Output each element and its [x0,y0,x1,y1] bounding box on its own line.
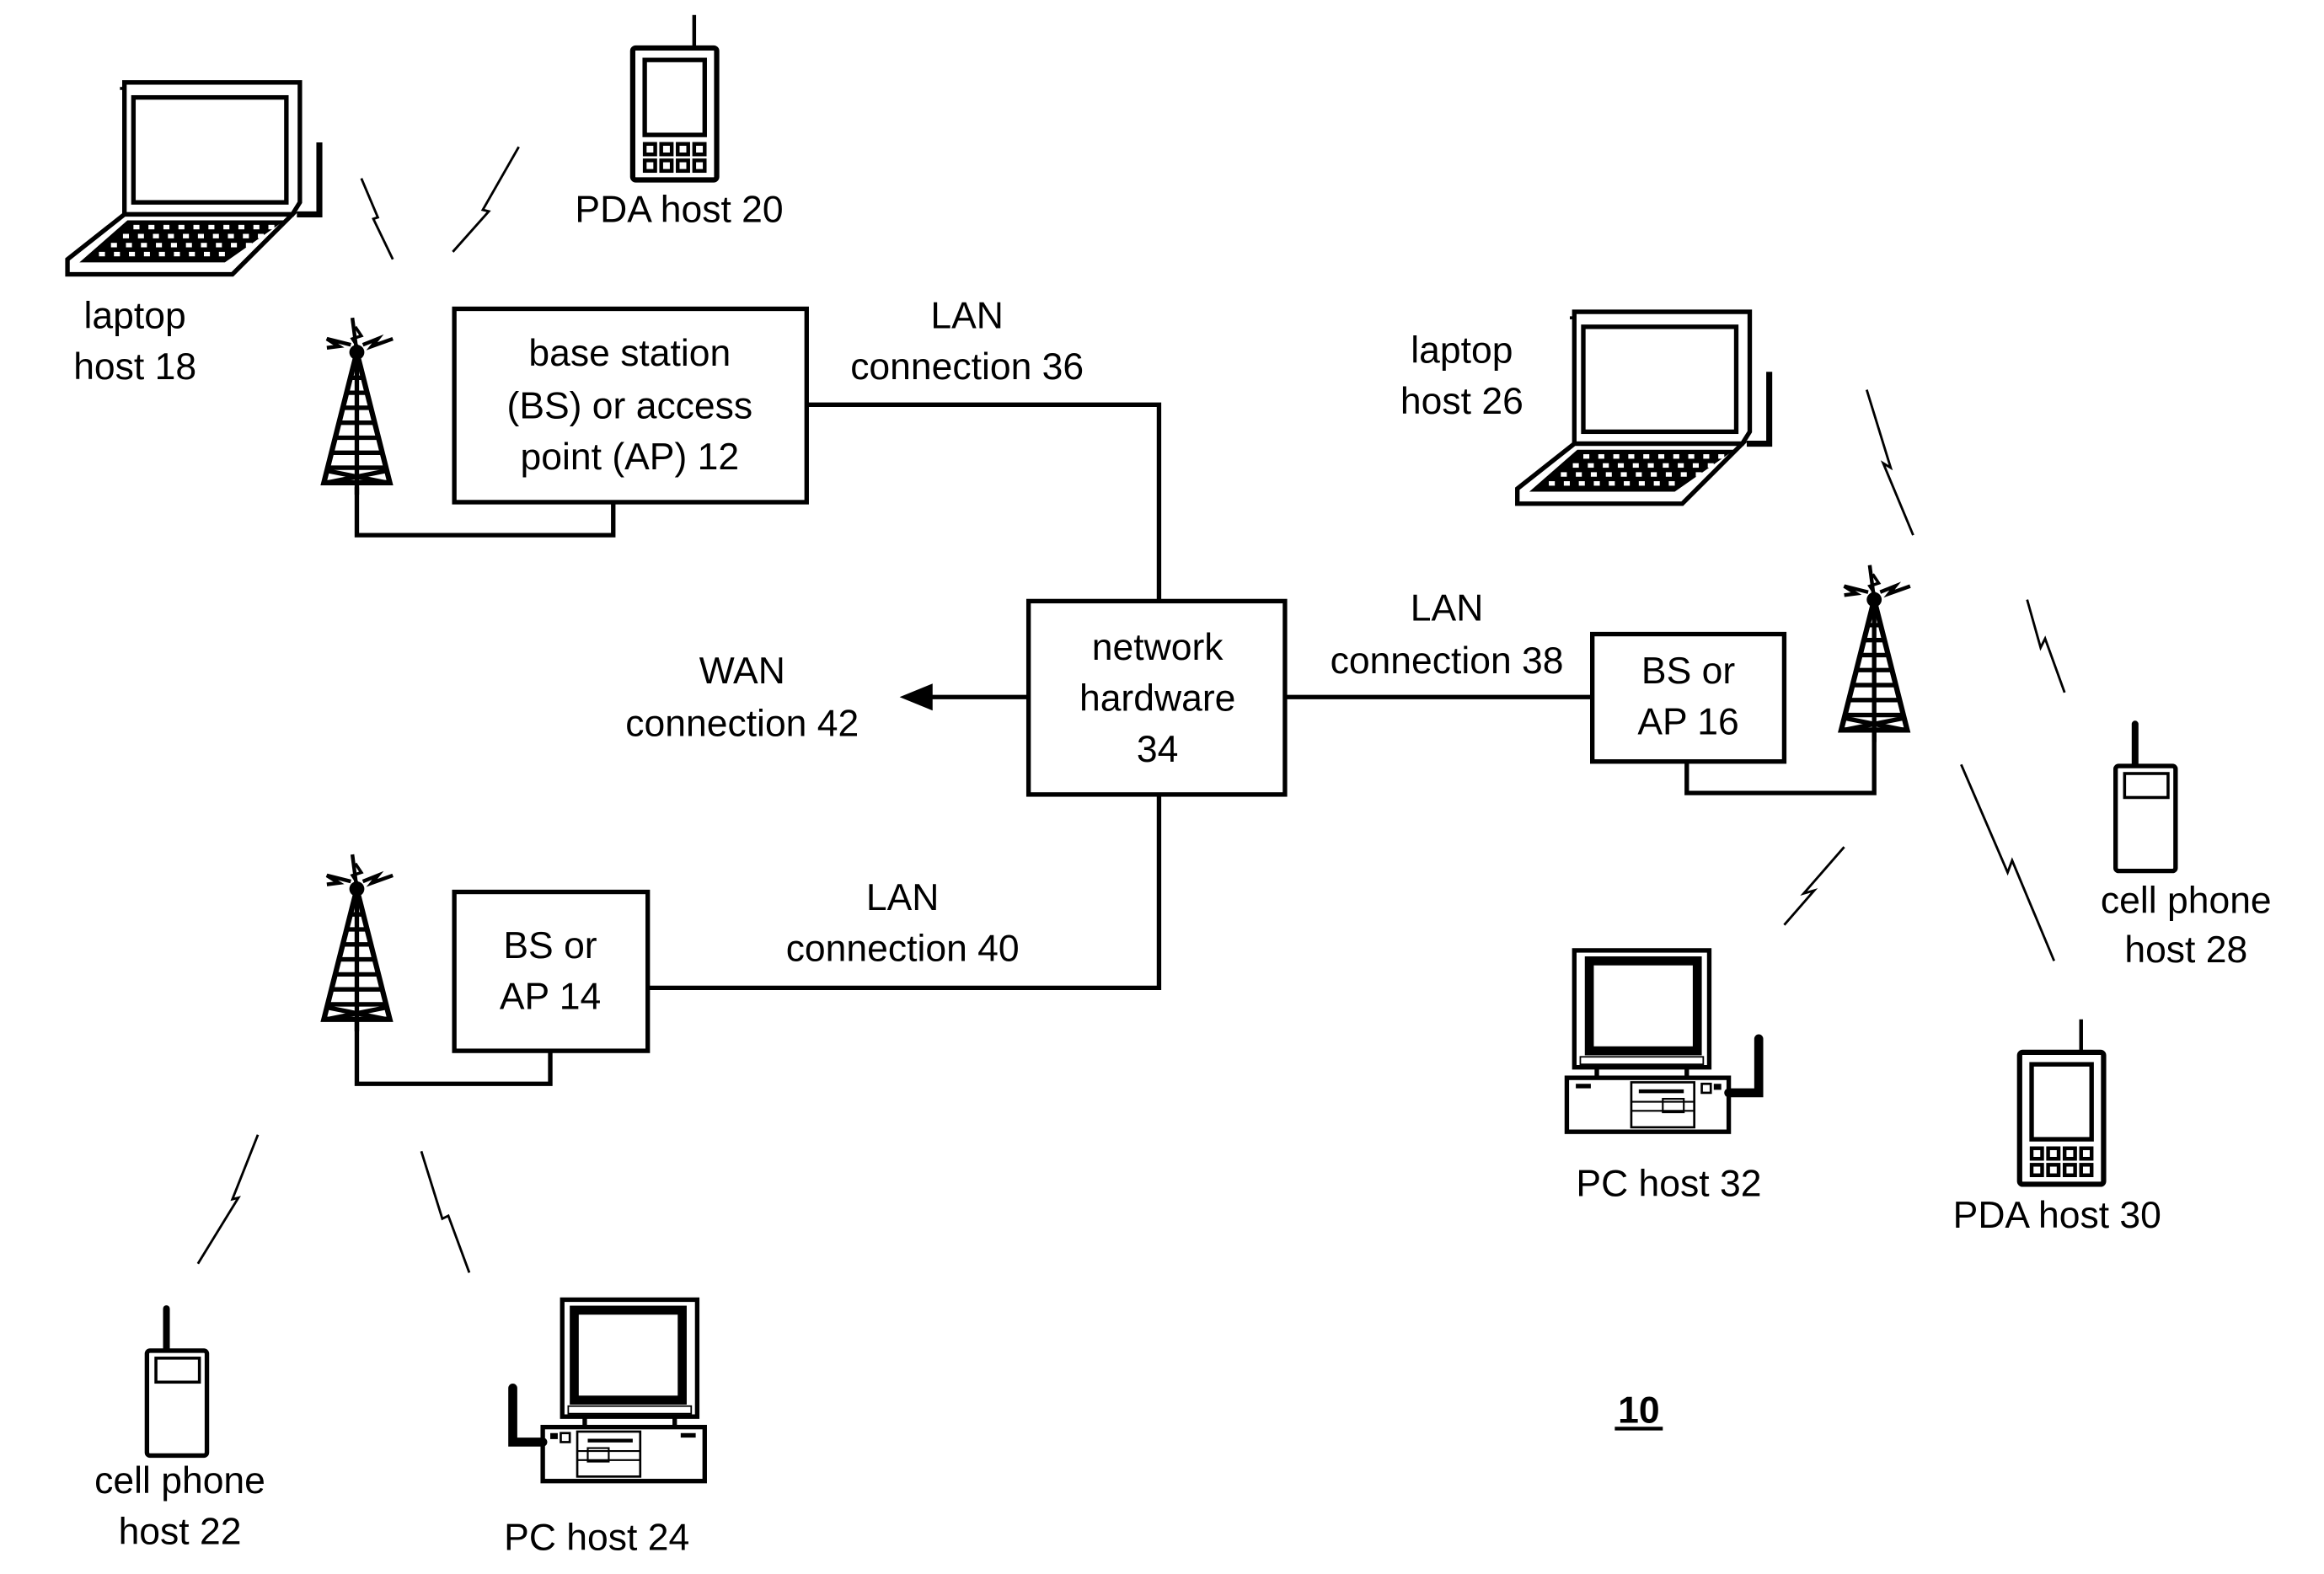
desktop-pc-icon [513,1299,705,1480]
wireless-network-diagram: laptop host 18 PDA host 20 base station … [0,0,2272,1559]
wan-connection-42-label-line1: WAN [699,650,785,692]
lightning-bolt-icon [196,1134,260,1265]
network-hardware-label-line3: 34 [1137,729,1178,770]
lan-connection-38-label-line2: connection 38 [1331,640,1564,682]
laptop-icon [1518,312,1770,504]
lan-connection-36-line [806,402,1162,602]
bs-ap-16-label-line2: AP 16 [1637,702,1738,743]
figure-reference-number: 10 [1618,1389,1659,1431]
lightning-bolt-icon [360,178,394,260]
lightning-bolt-icon [1865,389,1914,536]
lan-connection-38-label-line1: LAN [1411,588,1484,629]
laptop-host-26-label-line1: laptop [1411,330,1513,372]
pc-host-24: PC host 24 [504,1299,705,1559]
network-hardware-label-line2: hardware [1079,677,1235,719]
network-hardware-34: network hardware 34 [1025,598,1288,797]
radio-tower-icon [324,854,393,1031]
desktop-pc-icon [1566,950,1759,1132]
lightning-bolt-icon [1960,763,2056,961]
cell-phone-host-22-label-line1: cell phone [94,1460,265,1502]
pda-icon [2020,1020,2104,1185]
cell-phone-host-22: cell phone host 22 [94,1309,265,1552]
pda-host-30-label: PDA host 30 [1953,1195,2161,1236]
bs-ap-12-label-line2: (BS) or access [507,385,753,426]
pda-host-20-label: PDA host 20 [575,189,783,230]
bs-ap-14-label-line2: AP 14 [500,976,601,1017]
laptop-host-18-label-line1: laptop [84,296,186,337]
wan-connection-42-label-line2: connection 42 [625,704,859,745]
bs-ap-12-label-line1: base station [528,333,731,374]
bs-ap-14-box [452,889,651,1053]
bs-ap-12-tower [324,318,393,495]
bs-ap-14-label-line1: BS or [503,925,597,966]
pc-host-32: PC host 32 [1566,950,1761,1205]
bs-ap-12-label-line3: point (AP) 12 [521,436,740,478]
bs-ap-16-label-line1: BS or [1641,650,1735,692]
radio-tower-icon [324,318,393,495]
lan-connection-40-label-line1: LAN [866,877,940,918]
laptop-host-26: laptop host 26 [1400,312,1770,504]
lightning-bolt-icon [2026,599,2066,693]
pda-host-30: PDA host 30 [1953,1020,2161,1236]
lightning-bolt-icon [420,1150,471,1273]
lightning-bolt-icon [452,146,520,253]
network-hardware-label-line1: network [1092,627,1224,668]
lan-connection-40-label-line2: connection 40 [786,928,1020,969]
lan-connection-36-label-line1: LAN [930,296,1004,337]
cell-phone-icon [147,1309,206,1455]
cell-phone-icon [2116,724,2176,870]
lightning-bolt-icon [1783,846,1845,926]
cell-phone-host-22-label-line2: host 22 [119,1511,242,1552]
laptop-icon [67,83,319,275]
bs-ap-14: BS or AP 14 [452,889,651,1053]
cell-phone-host-28-label-line2: host 28 [2124,929,2247,971]
pc-host-32-label: PC host 32 [1576,1164,1761,1205]
bs-ap-14-tower [324,854,393,1031]
pc-host-24-label: PC host 24 [504,1518,689,1559]
laptop-host-26-label-line2: host 26 [1400,381,1523,422]
radio-tower-icon [1841,565,1910,742]
cell-phone-host-28: cell phone host 28 [2101,724,2272,971]
laptop-host-18: laptop host 18 [67,83,319,388]
arrow-left-icon [899,683,933,711]
pda-host-20: PDA host 20 [575,15,784,230]
lan-connection-36-label-line2: connection 36 [850,346,1084,388]
pda-icon [633,15,717,180]
laptop-host-18-label-line2: host 18 [73,346,196,388]
bs-ap-16: BS or AP 16 [1590,631,1787,764]
cell-phone-host-28-label-line1: cell phone [2101,880,2272,921]
bs-ap-16-tower [1841,565,1910,742]
bs-ap-12: base station (BS) or access point (AP) 1… [452,306,809,505]
